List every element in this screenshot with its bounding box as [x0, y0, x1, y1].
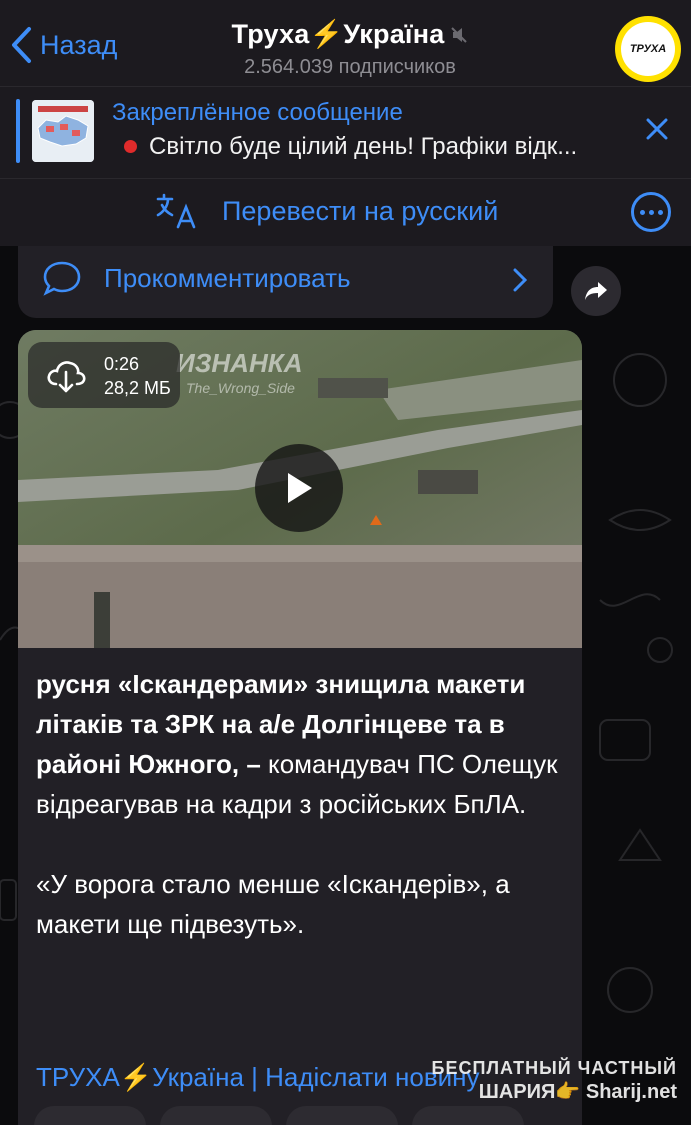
comment-label: Прокомментировать — [104, 262, 351, 293]
reaction-button[interactable] — [286, 1106, 398, 1125]
comment-button[interactable]: Прокомментировать — [42, 260, 351, 296]
share-button[interactable] — [571, 266, 621, 316]
translate-button[interactable]: Перевести на русский — [156, 193, 498, 229]
subscriber-count: 2.564.039 подписчиков — [244, 56, 456, 79]
muted-icon — [450, 20, 468, 51]
red-dot-icon — [124, 140, 137, 154]
post-quote: «У ворога стало менше «Іскандерів», а ма… — [36, 869, 510, 939]
dot-icon — [657, 209, 663, 215]
pinned-indicator — [16, 99, 20, 163]
reactions-row — [34, 1106, 524, 1125]
play-icon — [288, 473, 312, 503]
channel-post: ИЗНАНКА The_Wrong_Side 0:26 28,2 МБ русн… — [18, 330, 582, 1125]
pinned-thumbnail — [32, 100, 94, 162]
translate-bar: Перевести на русский — [0, 178, 691, 246]
channel-avatar[interactable]: ТРУХА — [615, 16, 681, 82]
video-watermark: ИЗНАНКА — [176, 348, 303, 378]
pinned-text: Світло буде цілий день! Графіки відк... — [149, 133, 578, 160]
back-label: Назад — [40, 29, 118, 60]
watermark-line1: БЕСПЛАТНЫЙ ЧАСТНЫЙ — [431, 1058, 677, 1078]
avatar-text: ТРУХА — [621, 22, 675, 76]
reaction-button[interactable] — [412, 1106, 524, 1125]
dot-icon — [639, 209, 645, 215]
pinned-message-bar[interactable]: Закреплённое сообщение Світло буде цілий… — [0, 86, 691, 178]
video-watermark-sub: The_Wrong_Side — [186, 380, 295, 396]
comment-icon — [43, 261, 81, 296]
post-links[interactable]: ТРУХА⚡Україна | Надіслати новину — [36, 1062, 480, 1093]
dot-icon — [648, 209, 654, 215]
chevron-right-icon — [513, 268, 528, 297]
video-preview[interactable]: ИЗНАНКА The_Wrong_Side 0:26 28,2 МБ — [18, 330, 582, 648]
post-text: русня «Іскандерами» знищила макети літак… — [36, 664, 566, 984]
translate-label: Перевести на русский — [222, 195, 499, 226]
pinned-title: Закреплённое сообщение — [112, 99, 403, 126]
video-size: 28,2 МБ — [104, 378, 171, 398]
previous-post-bubble: Прокомментировать — [18, 246, 553, 318]
translate-icon — [156, 193, 196, 229]
reaction-button[interactable] — [34, 1106, 146, 1125]
close-pinned-button[interactable] — [645, 117, 669, 146]
close-icon — [646, 118, 668, 140]
watermark-line2: ШАРИЯ👉 Sharij.net — [478, 1081, 677, 1103]
ukraine-map-icon — [32, 100, 94, 162]
share-icon — [585, 282, 607, 300]
channel-title: Труха⚡Україна — [231, 19, 445, 49]
cloud-download-icon — [47, 361, 86, 393]
site-watermark: БЕСПЛАТНЫЙ ЧАСТНЫЙ ШАРИЯ👉 Sharij.net — [432, 1056, 677, 1104]
reaction-button[interactable] — [160, 1106, 272, 1125]
more-options-button[interactable] — [631, 192, 671, 232]
channel-info[interactable]: Труха⚡Україна 2.564.039 подписчиков — [150, 18, 550, 79]
pinned-text-row: Світло буде цілий день! Графіки відк... — [112, 133, 634, 161]
back-button[interactable]: Назад — [10, 26, 117, 64]
play-button[interactable] — [255, 444, 343, 532]
chevron-left-icon — [12, 27, 31, 63]
video-duration: 0:26 — [104, 354, 140, 374]
chat-header: Назад Труха⚡Україна 2.564.039 подписчико… — [0, 0, 691, 86]
video-download-badge[interactable]: 0:26 28,2 МБ — [28, 342, 180, 408]
